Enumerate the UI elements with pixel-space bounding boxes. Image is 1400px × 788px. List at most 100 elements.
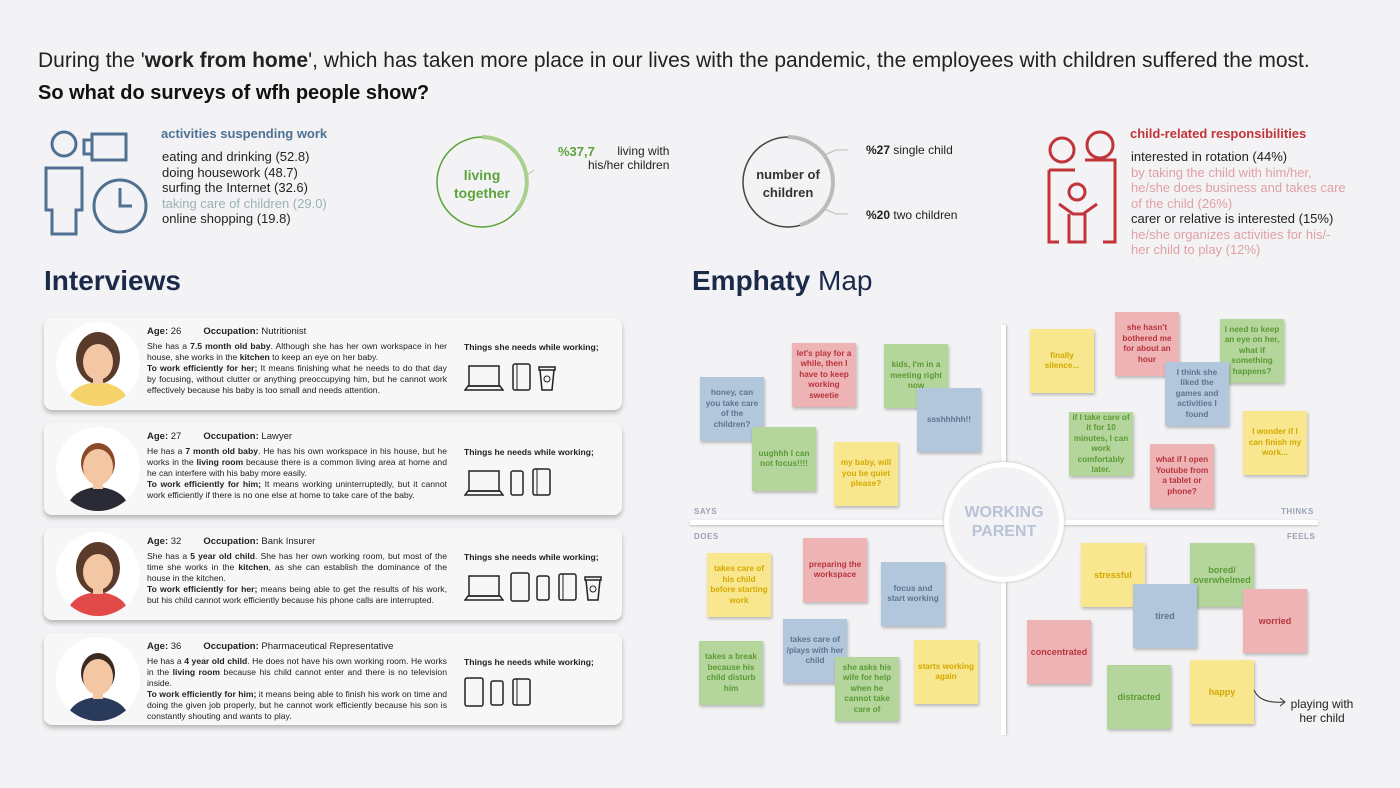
laptop-icon [463, 574, 505, 607]
activity-item: eating and drinking (52.8) [162, 149, 310, 164]
work-location: living room [172, 667, 221, 677]
age-label: Age: [147, 431, 169, 442]
two-label: two children [893, 208, 958, 222]
occupation-label: Occupation: [203, 431, 259, 442]
work-location: kitchen [239, 352, 270, 362]
needs-label: Things she needs while working; [464, 552, 599, 562]
living-desc-2: his/her children [588, 158, 670, 172]
tablet-icon [510, 572, 530, 607]
living-value: %37,7 [558, 144, 595, 159]
does-sticky-note: preparing the workspace [803, 538, 867, 602]
occupation-value: Nutritionist [261, 326, 307, 337]
children-label-1: number of [756, 167, 820, 182]
notebook-icon [510, 677, 532, 712]
text: She has a [147, 551, 191, 561]
occupation-label: Occupation: [203, 641, 259, 652]
activity-item: surfing the Internet (32.6) [162, 180, 308, 195]
interview-text: Age: 36 Occupation: Pharmaceutical Repres… [147, 641, 447, 722]
occupation-value: Pharmaceutical Representative [261, 641, 394, 652]
avatar [56, 532, 140, 616]
text: She has a [147, 341, 191, 351]
interview-card: Age: 26 Occupation: Nutritionist She has … [44, 318, 622, 410]
responsibilities-title: child-related responsibilities [1130, 126, 1307, 141]
children-ring-label: number of children [748, 166, 828, 202]
does-sticky-note: she asks his wife for help when he canno… [835, 657, 899, 721]
needs-label: Things she needs while working; [464, 342, 599, 352]
children-label-2: children [762, 185, 814, 200]
says-sticky-note: uughhh I can not focus!!!! [752, 427, 816, 491]
avatar [56, 637, 140, 721]
intro-pre: During the ' [38, 49, 145, 72]
thinks-sticky-note: I need to keep an eye on her, what if so… [1220, 319, 1284, 383]
interviews-title: Interviews [44, 265, 181, 296]
single-child-stat: %27 single child [866, 143, 953, 157]
says-sticky-note: let's play for a while, then I have to k… [792, 343, 856, 407]
laptop-icon [463, 469, 505, 502]
needs-label: Things he needs while working; [464, 657, 594, 667]
intro-text: During the 'work from home', which has t… [38, 49, 1310, 73]
feels-sticky-note: distracted [1107, 665, 1171, 729]
work-location: kitchen [238, 562, 269, 572]
cup-icon [538, 364, 556, 397]
thinks-sticky-note: I think she liked the games and activiti… [1165, 362, 1229, 426]
efficiency-label: To work efficiently for him; [147, 479, 262, 489]
interview-card: Age: 27 Occupation: Lawyer He has a 7 mon… [44, 423, 622, 515]
phone-icon [490, 679, 504, 712]
text: He has a [147, 446, 186, 456]
notebook-icon [510, 362, 532, 397]
thinks-sticky-note: what if I open Youtube from a tablet or … [1150, 444, 1214, 508]
activity-item: doing housework (48.7) [162, 164, 298, 180]
living-label-2: together [454, 185, 510, 201]
does-label: DOES [694, 532, 719, 541]
age-label: Age: [147, 536, 169, 547]
notebook-icon [556, 572, 578, 607]
responsibility-item: interested in rotation (44%) [1131, 149, 1288, 164]
interview-card: Age: 32 Occupation: Bank Insurer She has … [44, 528, 622, 620]
says-sticky-note: ssshhhhh!! [917, 388, 981, 452]
empathy-title-rest: Map [810, 265, 873, 296]
age-value: 36 [170, 641, 182, 652]
does-sticky-note: starts working again [914, 640, 978, 704]
two-children-stat: %20 two children [866, 208, 957, 222]
tablet-icon [464, 677, 484, 712]
living-desc-1: living with [617, 144, 670, 158]
living-label-1: living [463, 167, 501, 183]
empathy-title: Emphaty Map [692, 265, 873, 297]
needs-icons [463, 572, 602, 607]
interview-text: Age: 27 Occupation: Lawyer He has a 7 mon… [147, 431, 447, 501]
efficiency-label: To work efficiently for her; [147, 363, 258, 373]
cup-icon [584, 574, 602, 607]
responsibility-item: he/she organizes activities for his/- he… [1131, 226, 1331, 258]
person-mug-clock-icon [44, 130, 148, 236]
phone-icon [536, 574, 550, 607]
occupation-value: Lawyer [261, 431, 293, 442]
needs-icons [463, 467, 552, 502]
child-age: 4 year old child [184, 656, 248, 666]
feels-sticky-note: tired [1133, 584, 1197, 648]
says-sticky-note: my baby, will you be quiet please? [834, 442, 898, 506]
feels-sticky-note: worried [1243, 589, 1307, 653]
says-label: SAYS [694, 507, 718, 516]
efficiency-label: To work efficiently for her; [147, 584, 258, 594]
interview-card: Age: 36 Occupation: Pharmaceutical Repres… [44, 633, 622, 725]
empathy-title-bold: Emphaty [692, 265, 811, 296]
needs-label: Things he needs while working; [464, 447, 594, 457]
activities-list: eating and drinking (52.8) doing housewo… [162, 149, 327, 227]
age-label: Age: [147, 641, 169, 652]
interview-text: Age: 26 Occupation: Nutritionist She has … [147, 326, 447, 396]
intro-bold: work from home [144, 49, 309, 72]
laptop-icon [463, 364, 505, 397]
living-desc: living with his/her children [588, 144, 670, 172]
family-icon [1047, 130, 1117, 244]
center-label-2: PARENT [971, 523, 1037, 540]
does-sticky-note: takes care of his child before starting … [707, 553, 771, 617]
notebook-icon [530, 467, 552, 502]
happy-annotation: playing with her child [1290, 697, 1354, 725]
question-heading: So what do surveys of wfh people show? [38, 82, 430, 104]
age-value: 27 [170, 431, 182, 442]
working-parent-center: WORKING PARENT [944, 462, 1064, 582]
single-value: %27 [866, 143, 891, 157]
feels-sticky-note: happy [1190, 660, 1254, 724]
responsibility-item: carer or relative is interested (15%) [1131, 211, 1334, 226]
needs-icons [464, 677, 532, 712]
